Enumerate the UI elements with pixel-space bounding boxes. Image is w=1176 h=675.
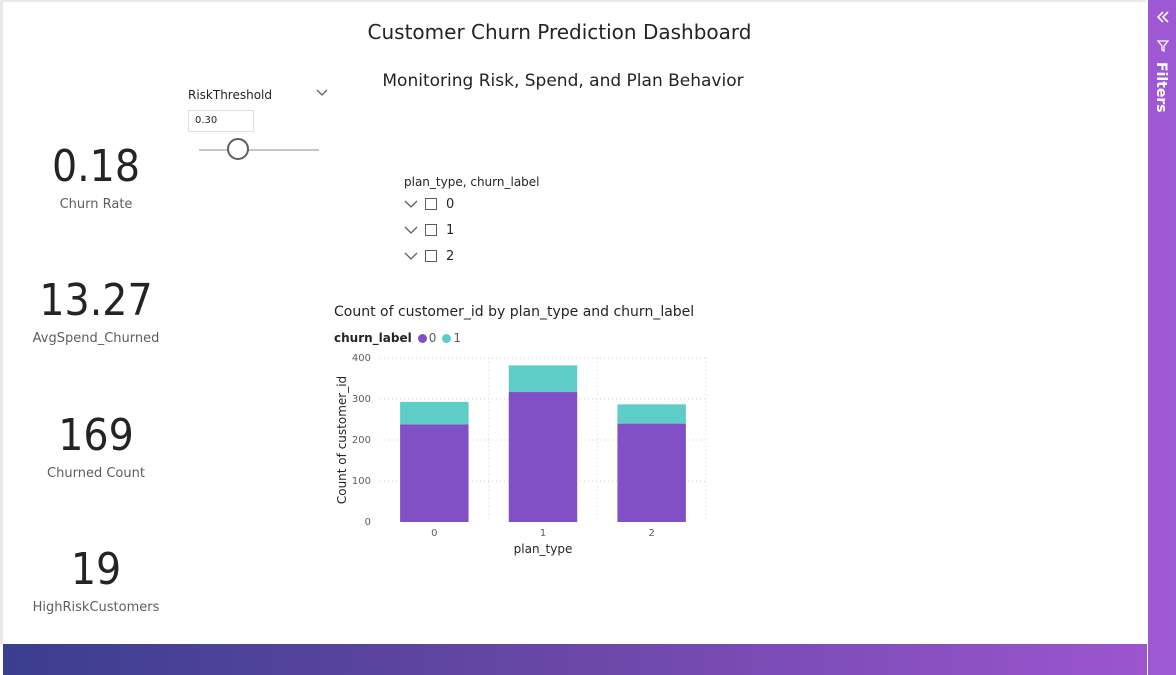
report-subtitle: Monitoring Risk, Spend, and Plan Behavio… bbox=[382, 71, 744, 91]
card-churn-rate: 0.18 Churn Rate bbox=[3, 141, 189, 213]
bar-segment bbox=[508, 392, 578, 522]
slicer-label: RiskThreshold bbox=[188, 88, 273, 102]
chevron-down-icon[interactable] bbox=[403, 250, 419, 262]
y-tick-label: 200 bbox=[352, 435, 371, 446]
card-value: 19 bbox=[70, 544, 122, 595]
x-axis-title: plan_type bbox=[514, 542, 573, 556]
legend-swatch-0 bbox=[417, 333, 427, 343]
legend-swatch-1 bbox=[442, 333, 452, 343]
hierarchy-item-label: 0 bbox=[446, 196, 455, 212]
chevron-down-icon[interactable] bbox=[403, 198, 419, 210]
funnel-icon bbox=[1157, 40, 1169, 52]
checkbox[interactable] bbox=[425, 198, 437, 210]
x-tick-label: 2 bbox=[648, 528, 654, 539]
hierarchy-item-label: 1 bbox=[446, 222, 455, 238]
x-tick-label: 0 bbox=[431, 528, 437, 539]
card-avg-spend-churned: 13.27 AvgSpend_Churned bbox=[3, 275, 189, 347]
card-value: 13.27 bbox=[39, 275, 153, 326]
card-label: Churn Rate bbox=[59, 197, 133, 212]
report-canvas: Customer Churn Prediction Dashboard Moni… bbox=[0, 0, 1146, 644]
y-axis-title: Count of customer_id bbox=[335, 376, 349, 504]
chevron-down-icon[interactable] bbox=[316, 86, 328, 98]
bar-segment bbox=[617, 423, 686, 522]
slicer-value-input[interactable]: 0.30 bbox=[188, 110, 254, 132]
bar-segment bbox=[400, 424, 469, 522]
legend-label-0[interactable]: 0 bbox=[429, 331, 437, 345]
hierarchy-item[interactable]: 2 bbox=[403, 246, 454, 266]
checkbox[interactable] bbox=[425, 224, 437, 236]
hierarchy-item[interactable]: 1 bbox=[403, 220, 454, 240]
legend-title: churn_label bbox=[334, 331, 412, 345]
x-tick-label: 1 bbox=[540, 528, 546, 539]
y-tick-label: 100 bbox=[352, 476, 371, 487]
slider-track[interactable] bbox=[199, 149, 319, 151]
bar-segment bbox=[617, 404, 686, 424]
card-churned-count: 169 Churned Count bbox=[3, 410, 189, 482]
card-label: Churned Count bbox=[47, 466, 145, 481]
card-value: 0.18 bbox=[51, 141, 141, 192]
page-footer-bar bbox=[3, 644, 1147, 675]
y-tick-label: 0 bbox=[365, 517, 371, 528]
chevron-down-icon[interactable] bbox=[403, 224, 419, 236]
report-title: Customer Churn Prediction Dashboard bbox=[367, 20, 752, 44]
chart-legend: churn_label 0 1 bbox=[334, 331, 467, 345]
y-tick-label: 300 bbox=[352, 394, 371, 405]
bar-segment bbox=[400, 401, 469, 425]
card-label: AvgSpend_Churned bbox=[32, 331, 160, 346]
hierarchy-slicer-header: plan_type, churn_label bbox=[404, 175, 540, 189]
chart-title: Count of customer_id by plan_type and ch… bbox=[334, 304, 695, 320]
card-high-risk-customers: 19 HighRiskCustomers bbox=[3, 544, 189, 616]
double-chevron-left-icon[interactable] bbox=[1156, 10, 1170, 24]
card-label: HighRiskCustomers bbox=[32, 600, 160, 615]
filters-label[interactable]: Filters bbox=[1153, 62, 1169, 113]
y-tick-label: 400 bbox=[352, 353, 371, 364]
legend-label-1[interactable]: 1 bbox=[453, 331, 461, 345]
bar-segment bbox=[508, 365, 578, 393]
slider-handle[interactable] bbox=[227, 138, 249, 160]
hierarchy-item-label: 2 bbox=[446, 248, 455, 264]
stacked-bar-chart: 0 100 200 300 400 0 1 2 plan_type Count of custom… bbox=[335, 353, 707, 556]
hierarchy-item[interactable]: 0 bbox=[403, 194, 454, 214]
checkbox[interactable] bbox=[425, 250, 437, 262]
card-value: 169 bbox=[58, 410, 134, 461]
